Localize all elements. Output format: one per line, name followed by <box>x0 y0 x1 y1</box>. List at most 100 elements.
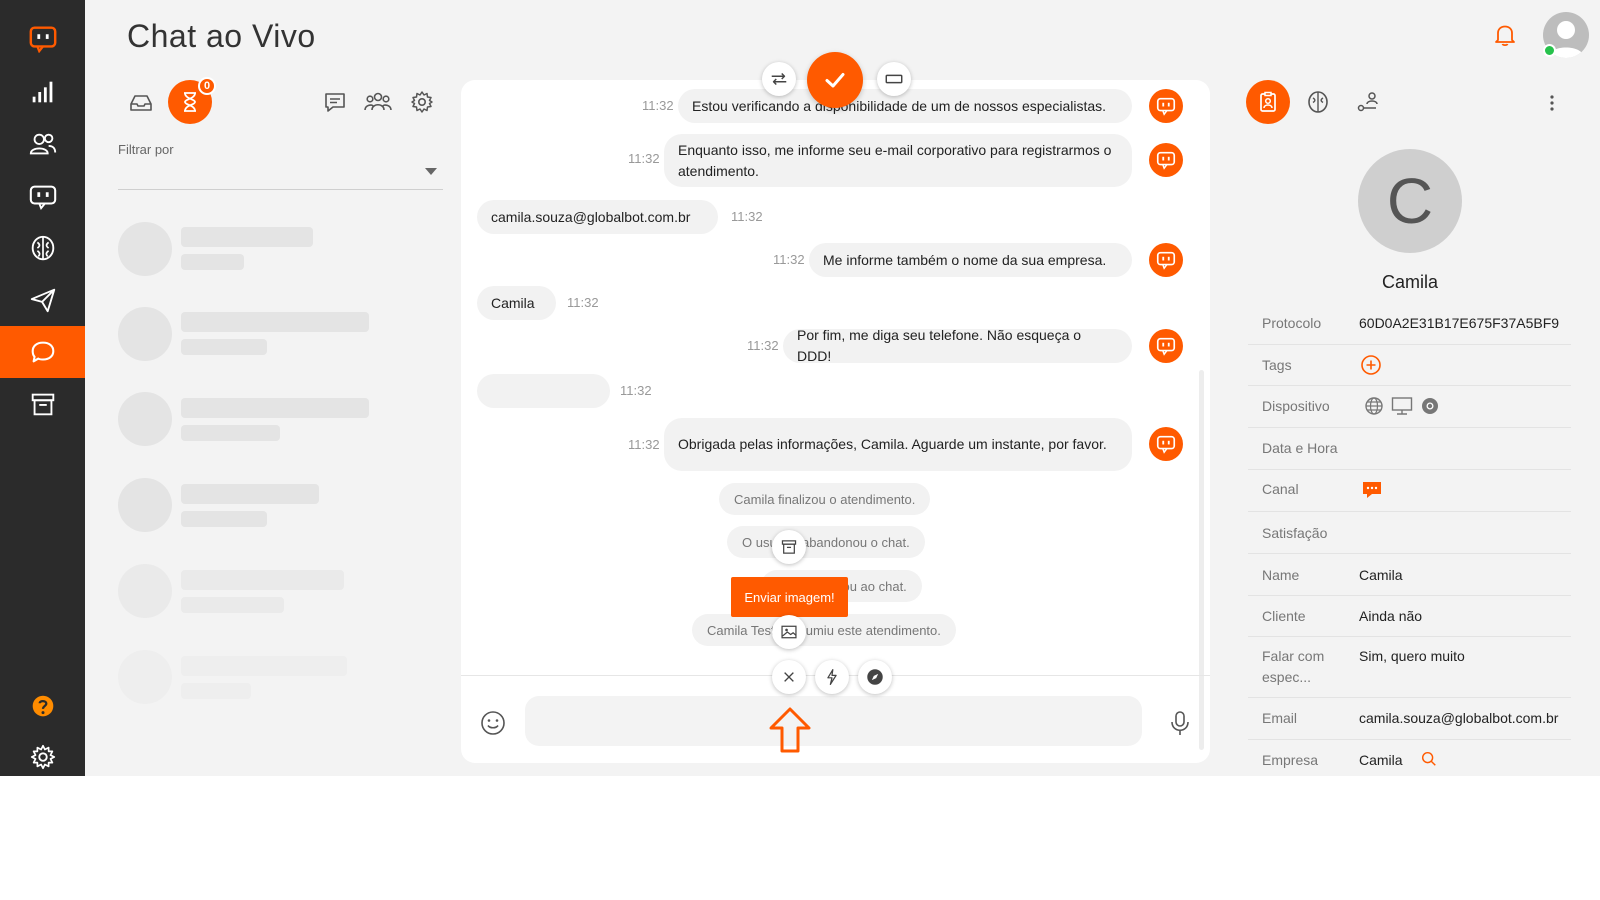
skeleton-avatar <box>118 650 172 704</box>
bot-message: Me informe também o nome da sua empresa. <box>809 243 1132 277</box>
route-user-icon <box>1357 92 1378 112</box>
page-title: Chat ao Vivo <box>127 18 316 54</box>
info-value: Ainda não <box>1359 608 1423 624</box>
transfer-icon <box>771 73 787 85</box>
user-message: camila.souza@globalbot.com.br <box>477 200 718 234</box>
skeleton-line <box>181 254 244 270</box>
explore-button[interactable] <box>858 660 892 694</box>
send-image-button[interactable] <box>772 615 806 649</box>
close-icon <box>784 672 794 682</box>
bots-icon[interactable] <box>0 170 85 222</box>
app-window: Chat ao Vivo 0 Filtrar por 11:32 Estou v… <box>0 0 1600 776</box>
message-time: 11:32 <box>773 252 805 267</box>
more-options-icon[interactable] <box>1537 88 1567 118</box>
archive-icon <box>781 540 797 554</box>
info-label: Name <box>1262 567 1300 583</box>
skeleton-line <box>181 597 284 613</box>
desktop-icon <box>1391 396 1413 421</box>
info-value: 60D0A2E31B17E675F37A5BF9 <box>1359 315 1560 331</box>
lightning-icon <box>827 669 837 685</box>
inbox-icon[interactable] <box>126 88 156 118</box>
team-icon[interactable] <box>363 87 393 117</box>
info-row-device: Dispositivo <box>1248 386 1571 428</box>
tab-contact-info[interactable] <box>1246 80 1290 124</box>
image-icon <box>781 625 797 639</box>
filter-select[interactable] <box>118 160 443 190</box>
check-icon <box>825 73 845 88</box>
message-time: 11:32 <box>642 98 674 113</box>
system-message: Camila finalizou o atendimento. <box>719 483 931 515</box>
system-message: O usuário abandonou o chat. <box>727 526 925 558</box>
hourglass-icon <box>184 92 196 112</box>
skeleton-avatar <box>118 478 172 532</box>
quick-reply-button[interactable] <box>815 660 849 694</box>
queue-count-badge: 0 <box>198 77 216 95</box>
skeleton-line <box>181 312 369 332</box>
info-row-tags: Tags <box>1248 345 1571 386</box>
analytics-icon[interactable] <box>0 66 85 118</box>
skeleton-line <box>181 656 347 676</box>
bot-message: Por fim, me diga seu telefone. Não esque… <box>783 327 1132 364</box>
help-icon[interactable] <box>0 680 85 732</box>
archive-icon[interactable] <box>0 378 85 430</box>
add-tag-icon[interactable] <box>1360 354 1382 381</box>
contact-avatar: C <box>1358 149 1462 253</box>
info-value: Sim, quero muito <box>1359 648 1465 664</box>
tab-brain[interactable] <box>1296 80 1340 124</box>
bot-message: Enquanto isso, me informe seu e-mail cor… <box>664 134 1132 187</box>
emoji-icon[interactable] <box>478 708 508 738</box>
transfer-button[interactable] <box>762 62 796 96</box>
bot-message: Estou verificando a disponibilidade de u… <box>678 89 1132 123</box>
contact-name: Camila <box>1381 272 1438 292</box>
chat-scrollbar[interactable] <box>1199 370 1204 750</box>
logo-icon[interactable] <box>0 12 85 64</box>
users-icon[interactable] <box>0 118 85 170</box>
info-label: Data e Hora <box>1262 440 1338 456</box>
bot-avatar-icon <box>1149 427 1183 461</box>
info-value: camila.souza@globalbot.com.br <box>1359 710 1559 726</box>
info-label: Satisfação <box>1262 525 1328 541</box>
info-row-satisfaction: Satisfação <box>1248 512 1571 554</box>
skeleton-line <box>181 570 344 590</box>
user-message: Camila <box>477 286 556 320</box>
info-row-specialist: Falar com espec... Sim, quero muito <box>1248 637 1571 698</box>
sidebar-nav <box>0 0 85 776</box>
chat-icon[interactable] <box>0 326 85 378</box>
info-row-datetime: Data e Hora <box>1248 428 1571 470</box>
skeleton-line <box>181 425 280 441</box>
message-time: 11:32 <box>731 209 763 224</box>
bot-avatar-icon <box>1149 243 1183 277</box>
message-time: 11:32 <box>747 338 779 353</box>
online-status-dot <box>1543 44 1556 57</box>
rectangle-icon <box>885 74 903 84</box>
settings-icon[interactable] <box>0 731 85 776</box>
chat-channel-icon <box>1360 479 1384 506</box>
bell-icon[interactable] <box>1492 22 1518 48</box>
info-row-name: Name Camila <box>1248 554 1571 596</box>
messages-icon[interactable] <box>320 87 350 117</box>
close-actions-button[interactable] <box>772 660 806 694</box>
finish-chat-button[interactable] <box>807 52 863 108</box>
list-settings-icon[interactable] <box>407 87 437 117</box>
message-time: 11:32 <box>567 295 599 310</box>
info-row-client: Cliente Ainda não <box>1248 596 1571 637</box>
brain-icon <box>1308 91 1328 113</box>
bot-avatar-icon <box>1149 143 1183 177</box>
archive-chat-button[interactable] <box>772 530 806 564</box>
send-icon[interactable] <box>0 274 85 326</box>
skeleton-avatar <box>118 307 172 361</box>
message-input[interactable] <box>525 696 1142 746</box>
message-time: 11:32 <box>628 151 660 166</box>
info-label: Cliente <box>1262 608 1306 624</box>
tab-journey[interactable] <box>1346 80 1390 124</box>
info-value: Camila <box>1359 567 1403 583</box>
search-icon[interactable] <box>1420 750 1438 773</box>
skeleton-line <box>181 511 267 527</box>
microphone-icon[interactable] <box>1165 708 1195 738</box>
message-time: 11:32 <box>628 437 660 452</box>
minimize-button[interactable] <box>877 62 911 96</box>
info-label: Email <box>1262 710 1298 726</box>
info-row-company: Empresa Camila <box>1248 740 1571 776</box>
brain-icon[interactable] <box>0 222 85 274</box>
chevron-down-icon <box>425 168 437 175</box>
